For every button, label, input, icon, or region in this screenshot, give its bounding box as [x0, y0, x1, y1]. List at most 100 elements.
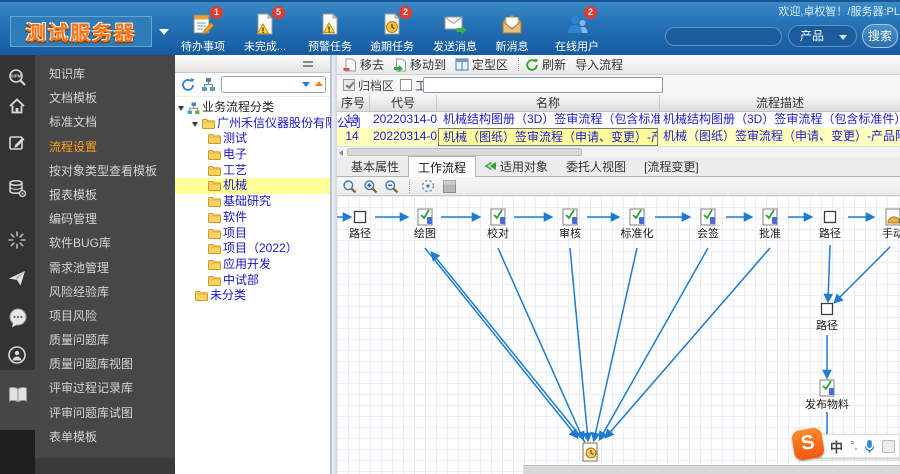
expand-arrow-icon[interactable]	[192, 121, 198, 127]
topbar-action[interactable]: 1 待办事项	[173, 6, 233, 54]
tab-流程变更[interactable]: [流程变更]	[635, 156, 708, 176]
column-header-code[interactable]: 代号	[370, 95, 437, 112]
flow-node-route[interactable]: 路径	[819, 210, 841, 241]
sidebar-item[interactable]: 软件BUG库	[35, 231, 175, 255]
topbar-action[interactable]: 新消息	[482, 11, 542, 54]
topbar-action[interactable]: 发送消息	[425, 11, 485, 54]
sidebar-item[interactable]: 报表模板	[35, 183, 175, 207]
sidebar-item[interactable]: 风险经验库	[35, 280, 175, 304]
send-icon[interactable]	[7, 268, 29, 288]
scrollbar-thumb[interactable]	[347, 148, 582, 156]
zoom-in-icon[interactable]	[363, 179, 378, 194]
book-icon[interactable]	[7, 385, 29, 405]
sidebar-item[interactable]: 项目风险	[35, 304, 175, 328]
ime-punct-toggle[interactable]: °,	[850, 440, 857, 452]
sidebar-item[interactable]: 流程设置	[35, 135, 175, 159]
sidebar-item[interactable]: 质量问题库	[35, 328, 175, 352]
sidebar-item[interactable]: 按对象类型查看模板	[35, 159, 175, 183]
flow-node-task[interactable]: 绘图	[414, 208, 436, 240]
tree-item[interactable]: 项目（2022）	[175, 241, 330, 257]
tree-item[interactable]: 工艺	[175, 163, 330, 179]
tab-工作流程[interactable]: 工作流程	[408, 156, 477, 177]
collapse-panel-icon[interactable]	[303, 61, 313, 63]
flow-node-route[interactable]: 路径	[816, 302, 838, 333]
tree-item[interactable]: 软件	[175, 210, 330, 226]
toolbar-button[interactable]: 导入流程	[575, 56, 623, 73]
sidebar-item[interactable]: 文档模板	[35, 86, 175, 110]
row-name-cell[interactable]: 机械（图纸）签审流程（申请、变更）-产品阶段	[438, 128, 658, 146]
column-header-name[interactable]: 名称	[437, 95, 660, 112]
tree-item[interactable]: 基础研究	[175, 194, 330, 210]
search-prev-icon[interactable]	[315, 81, 323, 86]
table-row[interactable]: 1320220314-003机械结构图册（3D）签审流程（包含标准件）机械结构图…	[337, 112, 900, 128]
row-name-cell[interactable]: 机械结构图册（3D）签审流程（包含标准件）	[437, 112, 660, 128]
tree-item[interactable]: 测试	[175, 131, 330, 147]
microphone-icon[interactable]	[864, 439, 875, 454]
tab-基本属性[interactable]: 基本属性	[342, 156, 408, 176]
tree-item[interactable]: 项目	[175, 226, 330, 242]
toolbar-button[interactable]: 移动到	[393, 56, 446, 73]
sidebar-item[interactable]: 质量问题库视图	[35, 352, 175, 376]
tree-item[interactable]: 机械	[175, 178, 330, 195]
sidebar-item[interactable]: 编码管理	[35, 207, 175, 231]
search-category-select[interactable]: 产品	[788, 25, 857, 47]
snapshot-icon[interactable]	[442, 179, 457, 194]
tab-适用对象[interactable]: 适用对象	[476, 156, 557, 176]
flow-node-task[interactable]: 校对	[487, 208, 509, 240]
ime-toolbox-icon[interactable]	[882, 439, 896, 453]
tree-item[interactable]: 业务流程分类	[175, 100, 330, 116]
column-header-desc[interactable]: 流程描述	[660, 95, 900, 112]
tree-item[interactable]: 中试部	[175, 273, 330, 289]
toolbar-button[interactable]: 定型区	[455, 56, 508, 73]
flow-node-task[interactable]: 标准化	[621, 208, 654, 240]
sidebar-item[interactable]: 知识库	[35, 62, 175, 86]
server-switcher[interactable]: 测试服务器	[10, 16, 152, 47]
work-checkbox[interactable]	[400, 79, 413, 91]
home-icon[interactable]	[7, 96, 29, 116]
zoom-out-icon[interactable]	[384, 179, 399, 194]
toolbar-button[interactable]: 移去	[343, 56, 384, 73]
sidebar-item[interactable]: 评审问题库试图	[35, 401, 175, 425]
flow-node-task[interactable]: 会签	[697, 208, 719, 240]
ime-mode-toggle[interactable]: 中	[830, 437, 843, 456]
chevron-down-icon[interactable]	[159, 29, 169, 35]
toolbar-button[interactable]: 刷新	[525, 56, 566, 73]
table-filter-input[interactable]	[423, 77, 663, 93]
sidebar-item[interactable]: 评审过程记录库	[35, 376, 175, 400]
sipm-search-icon[interactable]: SIPM	[7, 68, 29, 88]
select-area-icon[interactable]	[420, 178, 436, 194]
search-next-icon[interactable]	[302, 82, 310, 87]
tree-item[interactable]: 电子	[175, 147, 330, 163]
workflow-canvas[interactable]: 路径 绘图 校对 审核 标准化 会签 批准 路径 手动 路径 发布物料 S 中 °,	[337, 196, 900, 474]
support-icon[interactable]	[7, 345, 29, 365]
tree-search-input[interactable]	[221, 76, 326, 93]
sidebar-item[interactable]: 标准文档	[35, 110, 175, 134]
chat-icon[interactable]	[7, 307, 29, 328]
database-icon[interactable]	[7, 178, 29, 198]
flow-node-task[interactable]: 批准	[759, 208, 781, 240]
sidebar-item[interactable]: 需求池管理	[35, 256, 175, 280]
expand-arrow-icon[interactable]	[178, 106, 184, 111]
tree-item[interactable]: 应用开发	[175, 257, 330, 273]
topbar-action[interactable]: 2 逾期任务	[362, 6, 422, 54]
search-button[interactable]: 搜索	[862, 24, 898, 48]
global-search-input[interactable]	[665, 27, 782, 46]
zoom-reset-icon[interactable]	[342, 179, 357, 194]
sidebar-item[interactable]: 表单模板	[35, 425, 175, 449]
sogou-logo[interactable]: S	[790, 426, 826, 462]
column-header-seq[interactable]: 序号	[337, 95, 370, 112]
tab-委托人视图[interactable]: 委托人视图	[557, 156, 635, 176]
table-row[interactable]: 1420220314-004机械（图纸）签审流程（申请、变更）-产品阶段机械（图…	[337, 128, 900, 146]
topbar-action[interactable]: 2 在线用户	[547, 6, 607, 54]
edit-icon[interactable]	[7, 133, 29, 153]
tree-view-icon[interactable]	[201, 77, 216, 95]
topbar-action[interactable]: 5 未完成...	[235, 6, 295, 54]
topbar-action[interactable]: 预警任务	[300, 11, 360, 54]
flow-node-task[interactable]: 发布物料	[805, 379, 849, 411]
archive-checkbox[interactable]	[343, 79, 355, 91]
flow-node-manual[interactable]: 手动	[882, 208, 900, 240]
flow-node-route[interactable]: 路径	[349, 210, 371, 241]
refresh-tree-icon[interactable]	[180, 77, 196, 96]
tree-item[interactable]: 未分类	[175, 288, 330, 304]
flow-node-timer[interactable]	[582, 442, 598, 462]
